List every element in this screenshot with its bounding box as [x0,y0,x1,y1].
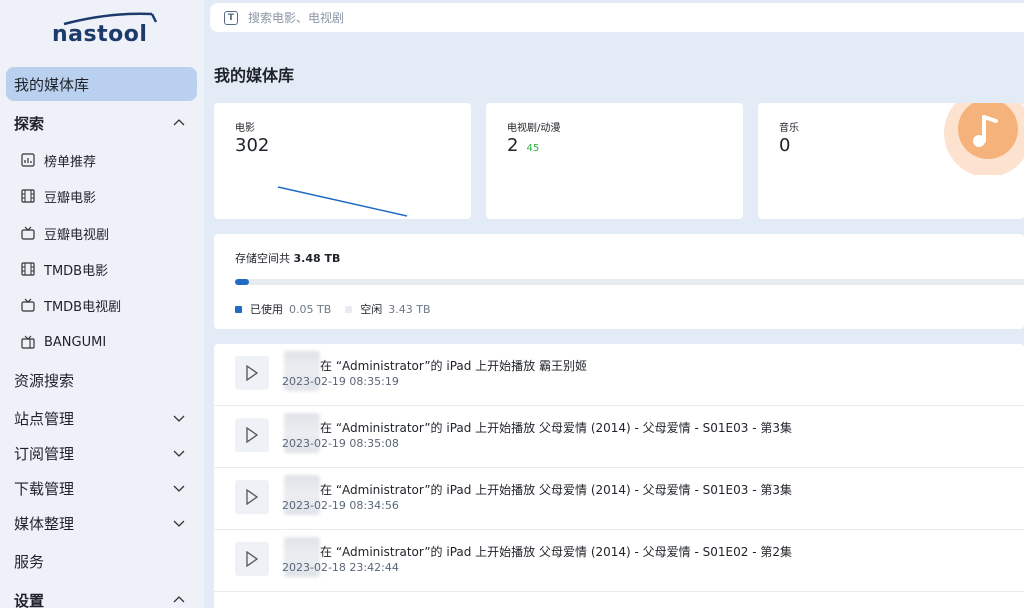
search-icon: T [224,10,238,25]
sidebar-item-label: 媒体整理 [14,514,75,533]
sidebar-item-services[interactable]: 服务 [6,544,197,578]
chevron-down-icon [173,415,185,422]
play-icon[interactable] [235,542,269,576]
film-icon [20,261,36,277]
sidebar-subitem-tmdb-tv[interactable]: TMDB电视剧 [20,290,200,320]
used-value: 0.05 TB [289,302,332,316]
play-icon[interactable] [235,356,269,390]
sidebar-item-label: 下载管理 [14,479,75,498]
search-input[interactable] [248,10,848,25]
activity-item[interactable]: 在 “Administrator”的 iPad 上开始播放 父母爱情 (2014… [214,530,1024,592]
sidebar-item-settings[interactable]: 设置 [6,583,197,608]
sidebar-item-explore[interactable]: 探索 [6,106,197,140]
used-swatch [235,305,242,313]
sidebar-item-downloads[interactable]: 下载管理 [6,471,197,505]
logo-text: nastool [52,22,148,47]
storage-title: 存储空间共 3.48 TB [235,250,340,266]
sidebar-subitem-label: 豆瓣电视剧 [44,227,110,243]
play-icon[interactable] [235,480,269,514]
tv-label: 电视剧/动漫 [507,123,561,134]
sidebar-subitem-label: TMDB电视剧 [44,299,122,315]
sidebar-subitem-douban-movie[interactable]: 豆瓣电影 [20,181,200,211]
movies-sparkline [277,186,408,217]
chevron-down-icon [173,485,185,492]
sidebar-item-label: 探索 [14,114,45,133]
film-icon [20,188,36,204]
music-card[interactable]: 音乐 0 [758,103,1024,219]
sidebar-subitem-bangumi[interactable]: BANGUMI [20,327,200,357]
tv-count-wrap: 2 45 [507,135,539,156]
activity-time: 2023-02-19 08:34:56 [282,499,399,512]
sidebar-subitem-label: 豆瓣电影 [44,190,97,206]
sidebar-item-label: 服务 [14,552,45,571]
sidebar-subitem-label: BANGUMI [44,334,107,350]
chevron-down-icon [173,450,185,457]
page-title: 我的媒体库 [214,66,295,85]
activity-title: 在 “Administrator”的 iPad 上开始播放 父母爱情 (2014… [320,421,792,435]
free-label: 空闲 [360,303,383,316]
chart-icon [20,152,36,168]
sidebar-subitem-label: 榜单推荐 [44,154,97,170]
sidebar-item-media-organize[interactable]: 媒体整理 [6,506,197,540]
music-note-icon [944,103,1024,175]
search-bar[interactable]: T [210,3,1024,32]
sidebar-subitem-tmdb-movie[interactable]: TMDB电影 [20,254,200,284]
tv-card[interactable]: 电视剧/动漫 2 45 [486,103,743,219]
sidebar-item-label: 资源搜索 [14,371,75,390]
chevron-up-icon [173,596,185,603]
sidebar: nastool 我的媒体库 探索 榜单推荐 豆瓣电影 豆瓣电视剧 TMDB电影 [0,0,204,608]
tv-count: 2 [507,135,519,156]
tv-icon [20,297,36,313]
tv-retro-icon [20,334,36,350]
sidebar-item-label: 设置 [14,591,45,608]
sidebar-item-my-library[interactable]: 我的媒体库 [6,67,197,101]
chevron-down-icon [173,520,185,527]
sidebar-subitem-rankings[interactable]: 榜单推荐 [20,145,200,175]
activity-title: 在 “Administrator”的 iPad 上开始播放 霸王别姬 [320,359,588,373]
sidebar-subitem-douban-tv[interactable]: 豆瓣电视剧 [20,218,200,248]
sidebar-item-label: 我的媒体库 [14,75,90,94]
activity-time: 2023-02-19 08:35:19 [282,375,399,388]
storage-progress-bar [235,279,1024,285]
free-swatch [345,305,353,313]
storage-title-prefix: 存储空间共 [235,252,290,265]
music-count: 0 [779,135,791,156]
sidebar-subitem-label: TMDB电影 [44,263,109,279]
chevron-up-icon [173,119,185,126]
activity-item[interactable]: 在 “Administrator”的 iPad 上开始播放 霸王别姬 2023-… [214,344,1024,406]
storage-used-fill [235,279,250,285]
activity-title: 在 “Administrator”的 iPad 上开始播放 父母爱情 (2014… [320,545,792,559]
music-label: 音乐 [779,123,799,134]
tv-icon [20,225,36,241]
activity-time: 2023-02-18 23:42:44 [282,561,399,574]
tv-episodes-count: 45 [526,143,540,154]
activity-time: 2023-02-19 08:35:08 [282,437,399,450]
storage-legend: 已使用 0.05 TB 空闲 3.43 TB [235,301,431,317]
sidebar-item-label: 订阅管理 [14,444,75,463]
activity-title: 在 “Administrator”的 iPad 上开始播放 父母爱情 (2014… [320,483,792,497]
play-icon[interactable] [235,418,269,452]
storage-total: 3.48 TB [293,252,341,265]
sidebar-item-label: 站点管理 [14,409,75,428]
sidebar-item-resource-search[interactable]: 资源搜索 [6,363,197,397]
sidebar-item-subscriptions[interactable]: 订阅管理 [6,436,197,470]
activity-item[interactable]: 在 “Administrator”的 iPad 上开始播放 父母爱情 (2014… [214,468,1024,530]
logo[interactable]: nastool [52,10,162,50]
activity-item[interactable]: 在 “Administrator”的 iPad 上开始播放 父母爱情 (2014… [214,406,1024,468]
used-label: 已使用 [250,303,283,316]
storage-card: 存储空间共 3.48 TB 已使用 0.05 TB 空闲 3.43 TB [214,234,1024,329]
sidebar-item-site-management[interactable]: 站点管理 [6,401,197,435]
movies-card[interactable]: 电影 302 [214,103,471,219]
free-value: 3.43 TB [388,302,431,316]
